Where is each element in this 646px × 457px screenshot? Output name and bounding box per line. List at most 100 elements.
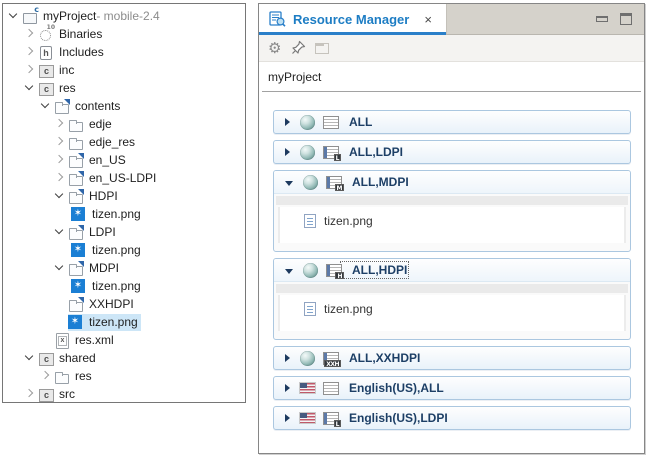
resource-manager-panel: Resource Manager × ⚙ myProject ALL L ALL… [258, 3, 645, 454]
tree-item-xxhdpi[interactable]: XXHDPI [3, 295, 245, 313]
tree-item-mdpi[interactable]: MDPI [3, 259, 245, 277]
group-inner-strip [276, 284, 628, 293]
dpi-grid-icon: H [326, 264, 342, 277]
tree-item-edje-res[interactable]: edje_res [3, 133, 245, 151]
tree-item-binaries[interactable]: Binaries [3, 25, 245, 43]
tree-item-src[interactable]: src [3, 385, 245, 403]
linked-folder-icon [68, 297, 84, 312]
tree-item-contents[interactable]: contents [3, 97, 245, 115]
tizen-image-icon [71, 207, 85, 221]
triangle-right-icon[interactable] [285, 118, 290, 126]
dpi-grid-icon: L [323, 412, 339, 425]
chevron-down-icon[interactable] [54, 191, 64, 201]
linked-folder-icon [68, 189, 84, 204]
c-folder-icon [38, 351, 54, 366]
tree-item-en-us[interactable]: en_US [3, 151, 245, 169]
tab-bar: Resource Manager × [259, 4, 644, 35]
triangle-right-icon[interactable] [285, 414, 290, 422]
chevron-down-icon[interactable] [24, 353, 34, 363]
chevron-right-icon[interactable] [24, 47, 34, 57]
resource-file-tizen-png[interactable]: tizen.png [278, 207, 626, 228]
triangle-right-icon[interactable] [285, 148, 290, 156]
us-flag-icon [300, 383, 315, 393]
chevron-right-icon[interactable] [40, 371, 50, 381]
tizen-image-icon [71, 243, 85, 257]
resource-groups-list: ALL L ALL,LDPI M ALL,MDPI tizen.png [259, 92, 644, 430]
tree-item-includes[interactable]: Includes [3, 43, 245, 61]
chevron-right-icon[interactable] [54, 137, 64, 147]
group-content-area: tizen.png [278, 207, 626, 243]
tree-item-res-xml[interactable]: res.xml [3, 331, 245, 349]
tizen-image-icon [71, 279, 85, 293]
tree-item-shared-res[interactable]: res [3, 367, 245, 385]
minimize-icon[interactable] [596, 16, 608, 22]
triangle-down-icon[interactable] [285, 269, 293, 274]
binaries-icon [38, 27, 54, 42]
folder-icon [54, 369, 70, 384]
linked-folder-icon [54, 99, 70, 114]
tree-item-hdpi[interactable]: HDPI [3, 187, 245, 205]
tree-item-en-us-ldpi[interactable]: en_US-LDPI [3, 169, 245, 187]
tab-resource-manager[interactable]: Resource Manager × [259, 4, 447, 34]
resource-group-all-hdpi: H ALL,HDPI tizen.png [273, 258, 631, 340]
tab-title: Resource Manager [293, 12, 409, 27]
tree-item-shared[interactable]: shared [3, 349, 245, 367]
globe-icon [300, 145, 315, 160]
tree-item-tizen-png[interactable]: tizen.png [3, 313, 245, 331]
tree-item-mdpi-tizen-png[interactable]: tizen.png [3, 277, 245, 295]
triangle-right-icon[interactable] [285, 384, 290, 392]
linked-folder-icon [68, 171, 84, 186]
tree-item-edje[interactable]: edje [3, 115, 245, 133]
tizen-image-icon [68, 315, 82, 329]
project-icon [22, 9, 38, 24]
chevron-placeholder [54, 317, 64, 327]
c-folder-icon [38, 81, 54, 96]
resource-group-all[interactable]: ALL [273, 110, 631, 134]
chevron-right-icon[interactable] [24, 29, 34, 39]
maximize-icon[interactable] [620, 13, 632, 25]
includes-icon [38, 45, 54, 60]
resource-group-header[interactable]: M ALL,MDPI [274, 171, 630, 194]
triangle-right-icon[interactable] [285, 354, 290, 362]
project-explorer-panel: myProject - mobile-2.4 Binaries Includes… [2, 3, 246, 403]
resource-group-english-us-all[interactable]: English(US),ALL [273, 376, 631, 400]
group-content-area: tizen.png [278, 295, 626, 331]
chevron-right-icon[interactable] [54, 155, 64, 165]
tree-item-res[interactable]: res [3, 79, 245, 97]
chevron-placeholder [54, 299, 64, 309]
chevron-down-icon[interactable] [40, 101, 50, 111]
tree-item-ldpi-tizen-png[interactable]: tizen.png [3, 241, 245, 259]
document-icon [304, 214, 316, 228]
close-icon[interactable]: × [424, 12, 432, 27]
chevron-down-icon[interactable] [54, 227, 64, 237]
chevron-down-icon[interactable] [24, 83, 34, 93]
dpi-grid-icon: XXH [323, 352, 339, 365]
chevron-right-icon[interactable] [54, 119, 64, 129]
tree-item-hdpi-tizen-png[interactable]: tizen.png [3, 205, 245, 223]
tree-item-inc[interactable]: inc [3, 61, 245, 79]
tree-item-ldpi[interactable]: LDPI [3, 223, 245, 241]
tree-item-myproject[interactable]: myProject - mobile-2.4 [3, 7, 245, 25]
dpi-grid-icon: M [326, 176, 342, 189]
view-layout-icon[interactable] [315, 43, 329, 54]
xml-file-icon [54, 333, 70, 348]
folder-icon [68, 117, 84, 132]
chevron-right-icon[interactable] [24, 389, 34, 399]
resource-group-english-us-ldpi[interactable]: L English(US),LDPI [273, 406, 631, 430]
dpi-grid-icon [323, 116, 339, 129]
dpi-grid-icon: L [323, 146, 339, 159]
resource-group-header[interactable]: H ALL,HDPI [274, 259, 630, 282]
globe-icon [300, 351, 315, 366]
chevron-down-icon[interactable] [54, 263, 64, 273]
resource-group-all-xxhdpi[interactable]: XXH ALL,XXHDPI [273, 346, 631, 370]
pushpin-icon[interactable] [290, 40, 306, 56]
triangle-down-icon[interactable] [285, 181, 293, 186]
settings-gear-icon[interactable]: ⚙ [268, 41, 281, 56]
resource-file-tizen-png[interactable]: tizen.png [278, 295, 626, 316]
window-controls [596, 4, 644, 34]
linked-folder-icon [68, 153, 84, 168]
resource-group-all-ldpi[interactable]: L ALL,LDPI [273, 140, 631, 164]
chevron-right-icon[interactable] [54, 173, 64, 183]
chevron-right-icon[interactable] [24, 65, 34, 75]
chevron-down-icon[interactable] [8, 11, 18, 21]
